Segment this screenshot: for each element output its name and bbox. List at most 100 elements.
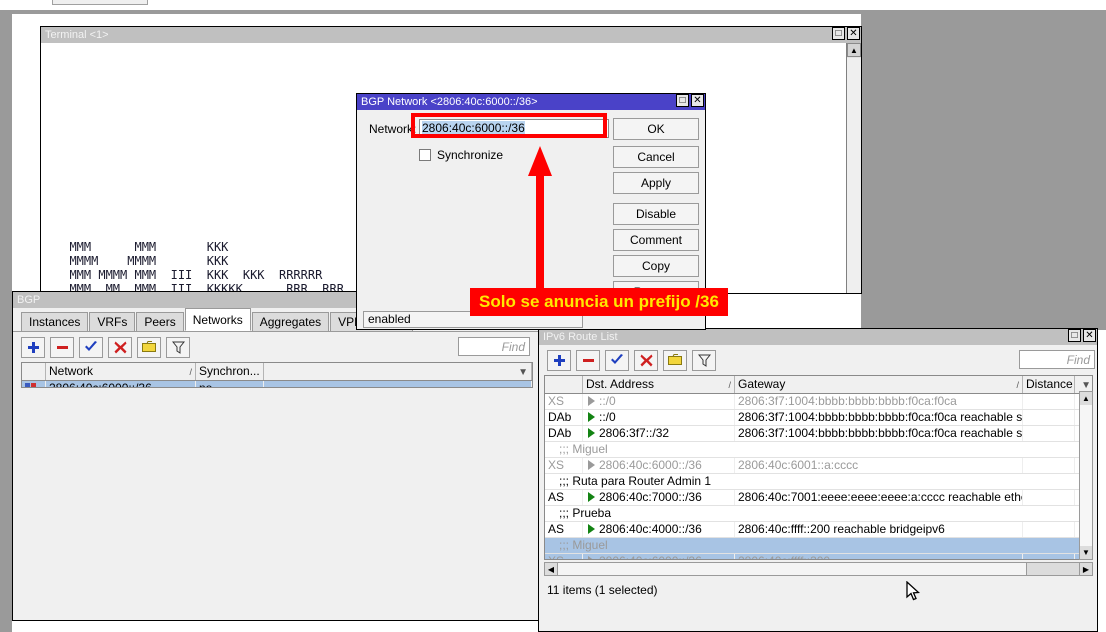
sort-indicator-icon-2: / xyxy=(1016,377,1019,393)
disable-icon[interactable] xyxy=(634,350,658,371)
table-row[interactable]: DAb::/02806:3f7:1004:bbbb:bbbb:bbbb:f0ca… xyxy=(545,410,1092,426)
scroll-right-icon[interactable]: ▶ xyxy=(1079,563,1092,575)
bgp-window[interactable]: BGP Instances VRFs Peers Networks Aggreg… xyxy=(12,291,541,621)
route-flags: AS xyxy=(545,490,583,505)
bgp-networks-table[interactable]: Network / Synchron... ▼ 2806:40c:6000::/… xyxy=(21,362,533,388)
filter-icon[interactable] xyxy=(692,350,716,371)
add-icon[interactable] xyxy=(21,337,45,358)
bgp-toolbar[interactable]: Find xyxy=(13,334,548,360)
route-gateway: 2806:40c:ffff::300 xyxy=(735,554,1023,560)
col-flags[interactable] xyxy=(545,376,583,393)
scroll-up-icon[interactable]: ▲ xyxy=(1080,392,1092,405)
hscroll-gap[interactable] xyxy=(1026,563,1079,575)
route-flags: AS xyxy=(545,522,583,537)
route-direction-icon xyxy=(588,492,595,502)
table-row[interactable]: XS2806:40c:6000::/362806:40c:ffff::300 xyxy=(545,554,1092,560)
close-icon[interactable]: ✕ xyxy=(691,94,704,107)
bgp-find-input[interactable]: Find xyxy=(458,337,530,356)
route-gateway: 2806:40c:ffff::200 reachable bridgeipv6 xyxy=(735,522,1023,537)
filter-icon[interactable] xyxy=(166,337,190,358)
col-dst-address-label: Dst. Address xyxy=(586,377,654,391)
scroll-up-icon[interactable]: ▲ xyxy=(847,43,861,57)
col-synchronize[interactable]: Synchron... xyxy=(196,363,264,380)
route-flags: XS xyxy=(545,458,583,473)
row-network-value: 2806:40c:6000::/36 xyxy=(46,381,196,388)
tab-networks[interactable]: Networks xyxy=(185,308,251,331)
ipv6-route-table[interactable]: Dst. Address / Gateway / Distance ▼ XS::… xyxy=(544,375,1093,560)
close-icon[interactable]: ✕ xyxy=(847,27,860,40)
synchronize-checkbox[interactable] xyxy=(419,149,431,161)
route-dst-address: 2806:3f7::/32 xyxy=(583,426,735,441)
ipv6-toolbar[interactable]: Find xyxy=(539,347,1105,373)
maximize-icon[interactable]: □ xyxy=(832,27,845,40)
route-comment-row[interactable]: ;;; Miguel xyxy=(545,538,1092,554)
table-row[interactable]: 2806:40c:6000::/36 no xyxy=(22,381,532,388)
apply-button[interactable]: Apply xyxy=(613,172,699,194)
col-network[interactable]: Network / xyxy=(46,363,196,380)
ipv6-title: IPv6 Route List xyxy=(543,331,618,343)
route-direction-icon xyxy=(588,412,595,422)
ipv6-status-bar: 11 items (1 selected) xyxy=(542,581,1096,599)
maximize-icon[interactable]: □ xyxy=(1068,329,1081,342)
ipv6-vertical-scrollbar[interactable]: ▲ ▼ xyxy=(1079,391,1093,560)
terminal-window-buttons[interactable]: □ ✕ xyxy=(832,27,860,40)
route-distance xyxy=(1023,394,1075,409)
route-comment-row[interactable]: ;;; Ruta para Router Admin 1 xyxy=(545,474,1092,490)
enable-icon[interactable] xyxy=(79,337,103,358)
table-row[interactable]: AS2806:40c:4000::/362806:40c:ffff::200 r… xyxy=(545,522,1092,538)
dialog-title: BGP Network <2806:40c:6000::/36> xyxy=(361,96,538,108)
comment-button[interactable]: Comment xyxy=(613,229,699,251)
col-dst-address[interactable]: Dst. Address / xyxy=(583,376,735,393)
cancel-button[interactable]: Cancel xyxy=(613,146,699,168)
route-comment-row[interactable]: ;;; Prueba xyxy=(545,506,1092,522)
table-row[interactable]: XS::/02806:3f7:1004:bbbb:bbbb:bbbb:f0ca:… xyxy=(545,394,1092,410)
route-dst-address-text: 2806:40c:6000::/36 xyxy=(599,554,702,560)
route-distance xyxy=(1023,458,1075,473)
comment-icon[interactable] xyxy=(137,337,161,358)
remove-icon[interactable] xyxy=(50,337,74,358)
close-icon[interactable]: ✕ xyxy=(1083,329,1096,342)
scroll-track[interactable] xyxy=(1080,405,1092,546)
scroll-left-icon[interactable]: ◀ xyxy=(545,563,558,575)
add-icon[interactable] xyxy=(547,350,571,371)
tab-vrfs[interactable]: VRFs xyxy=(89,312,135,331)
dialog-titlebar[interactable]: BGP Network <2806:40c:6000::/36> □ ✕ xyxy=(357,94,705,110)
ipv6-find-input[interactable]: Find xyxy=(1019,350,1095,369)
table-row[interactable]: XS2806:40c:6000::/362806:40c:6001::a:ccc… xyxy=(545,458,1092,474)
synchronize-label: Synchronize xyxy=(437,148,503,162)
table-row[interactable]: DAb2806:3f7::/322806:3f7:1004:bbbb:bbbb:… xyxy=(545,426,1092,442)
tab-aggregates[interactable]: Aggregates xyxy=(252,312,329,331)
remove-icon[interactable] xyxy=(576,350,600,371)
scroll-track[interactable] xyxy=(847,58,861,293)
disable-button[interactable]: Disable xyxy=(613,203,699,225)
scroll-down-icon[interactable]: ▼ xyxy=(1080,546,1092,559)
tab-instances[interactable]: Instances xyxy=(21,312,88,331)
ipv6-rows-container[interactable]: XS::/02806:3f7:1004:bbbb:bbbb:bbbb:f0ca:… xyxy=(545,394,1092,560)
ok-button[interactable]: OK xyxy=(613,118,699,140)
col-icon[interactable] xyxy=(22,363,46,380)
disable-icon[interactable] xyxy=(108,337,132,358)
dialog-window-buttons[interactable]: □ ✕ xyxy=(676,94,704,107)
terminal-vertical-scrollbar[interactable]: ▲ xyxy=(846,43,861,293)
col-gateway[interactable]: Gateway / xyxy=(735,376,1023,393)
hscroll-thumb[interactable] xyxy=(558,563,1026,575)
annotation-arrow-icon xyxy=(527,146,553,288)
chevron-down-icon[interactable]: ▼ xyxy=(518,365,528,380)
col-distance[interactable]: Distance xyxy=(1023,376,1075,393)
tab-peers[interactable]: Peers xyxy=(136,312,183,331)
route-comment-row[interactable]: ;;; Miguel xyxy=(545,442,1092,458)
copy-button[interactable]: Copy xyxy=(613,255,699,277)
route-comment-text: ;;; Miguel xyxy=(545,442,1092,457)
sort-indicator-icon: / xyxy=(728,377,731,393)
ipv6-window-buttons[interactable]: □ ✕ xyxy=(1068,329,1096,342)
terminal-titlebar[interactable]: Terminal <1> □ ✕ xyxy=(41,27,861,43)
ipv6-titlebar[interactable]: IPv6 Route List □ ✕ xyxy=(539,329,1097,345)
comment-icon[interactable] xyxy=(663,350,687,371)
route-dst-address-text: ::/0 xyxy=(599,410,616,424)
maximize-icon[interactable]: □ xyxy=(676,94,689,107)
ipv6-route-list-window[interactable]: IPv6 Route List □ ✕ Find Dst. A xyxy=(538,328,1098,632)
table-row[interactable]: AS2806:40c:7000::/362806:40c:7001:eeee:e… xyxy=(545,490,1092,506)
col-filler[interactable]: ▼ xyxy=(264,363,532,380)
enable-icon[interactable] xyxy=(605,350,629,371)
ipv6-horizontal-scrollbar[interactable]: ◀ ▶ xyxy=(544,562,1093,576)
